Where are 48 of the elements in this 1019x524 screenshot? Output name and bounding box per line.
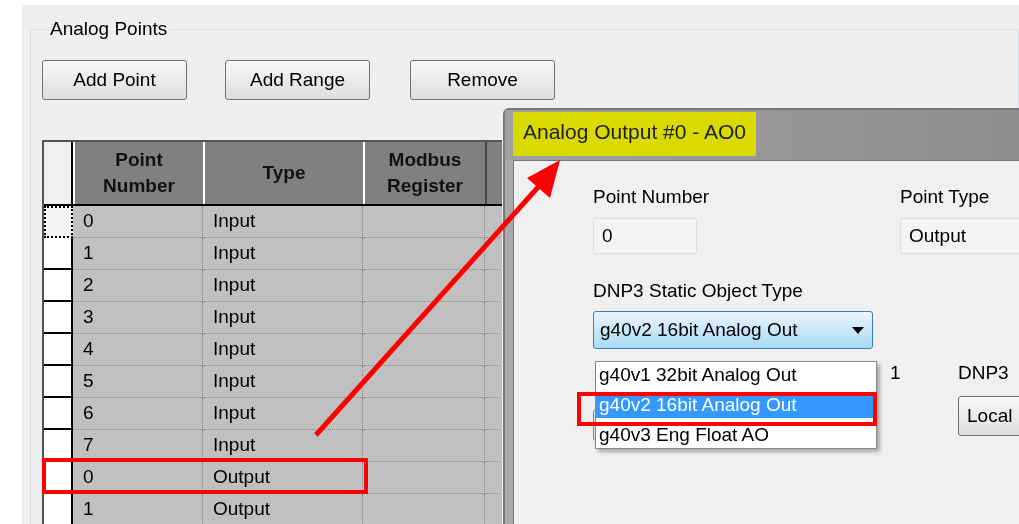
dropdown-option[interactable]: g40v1 32bit Analog Out [596, 362, 876, 388]
table-cell: Input [203, 430, 363, 462]
table-cell: Input [203, 206, 363, 238]
row-header[interactable] [44, 270, 73, 302]
toolbar-button[interactable]: Add Point [42, 60, 187, 100]
row-header[interactable] [44, 366, 73, 398]
table-cell: 5 [73, 366, 203, 398]
point-type-field[interactable]: Output [900, 218, 1019, 254]
table-cell: Input [203, 366, 363, 398]
field-label: Point Number [593, 186, 711, 208]
dialog-title: Analog Output #0 - AO0 [513, 112, 756, 156]
local-button[interactable]: Local [958, 396, 1019, 436]
field-label: 1 [890, 362, 902, 385]
row-header[interactable] [44, 334, 73, 366]
table-cell: Input [203, 398, 363, 430]
caret-icon [852, 326, 864, 334]
point-number-field[interactable]: 0 [593, 218, 697, 254]
table-cell: 2 [73, 270, 203, 302]
row-header[interactable] [44, 238, 73, 270]
table-cell: Input [203, 302, 363, 334]
column-header[interactable]: Point Number [73, 142, 203, 204]
table-cell: Input [203, 238, 363, 270]
column-header[interactable]: Modbus Register [363, 142, 485, 204]
row-header[interactable] [44, 494, 73, 524]
table-cell: 1 [73, 238, 203, 270]
table-cell: Input [203, 270, 363, 302]
field-label: Point Type [900, 186, 991, 208]
dropdown-option[interactable]: g40v3 Eng Float AO [596, 422, 876, 448]
field-label: DNP3 [958, 362, 1010, 384]
toolbar-button[interactable]: Add Range [225, 60, 370, 100]
row-header[interactable] [44, 302, 73, 334]
table-cell: 3 [73, 302, 203, 334]
row-header[interactable] [44, 206, 73, 238]
table-cell: 1 [73, 494, 203, 524]
object-type-dropdown[interactable]: g40v2 16bit Analog Out [593, 311, 873, 349]
table-cell: Output [203, 494, 363, 524]
field-label: DNP3 Static Object Type [593, 280, 804, 302]
toolbar-button[interactable]: Remove [410, 60, 555, 100]
table-cell: 0 [73, 206, 203, 238]
table-cell: Input [203, 334, 363, 366]
group-title: Analog Points [49, 18, 169, 40]
table-cell: 7 [73, 430, 203, 462]
table-cell: Output [203, 462, 363, 494]
table-cell: 0 [73, 462, 203, 494]
table-cell: 4 [73, 334, 203, 366]
column-header[interactable]: Type [203, 142, 363, 204]
table-cell: 6 [73, 398, 203, 430]
row-header[interactable] [44, 398, 73, 430]
